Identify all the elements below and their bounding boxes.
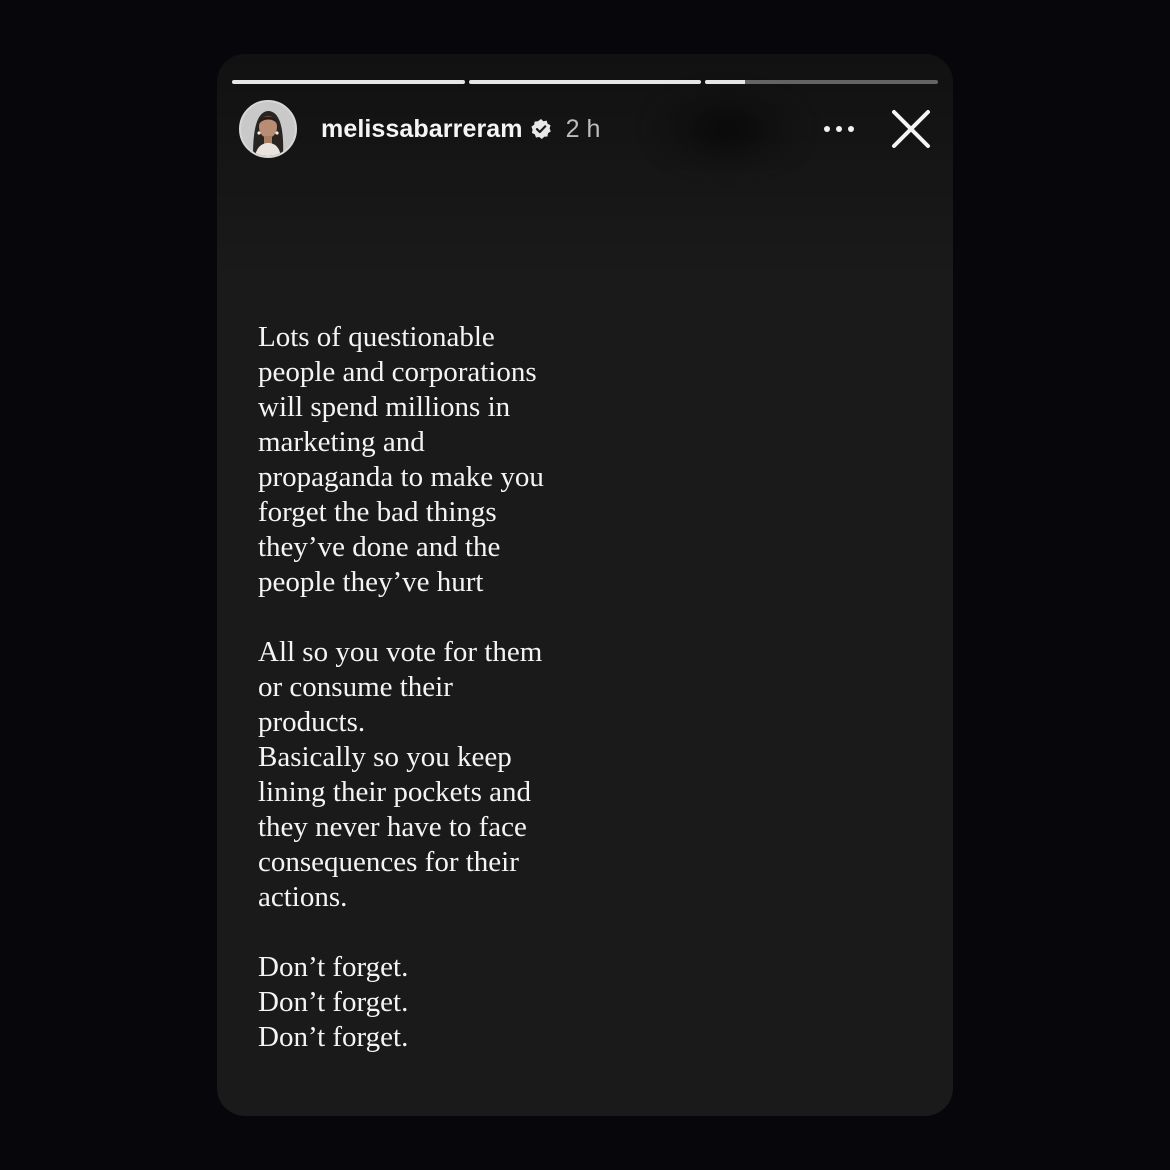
text-line: people they’ve hurt xyxy=(258,566,484,598)
text-line: Don’t forget. xyxy=(258,1021,409,1053)
progress-segment[interactable] xyxy=(705,80,939,84)
text-line: will spend millions in xyxy=(258,391,511,423)
close-button[interactable] xyxy=(887,105,935,153)
progress-fill xyxy=(705,80,745,84)
more-horizontal-icon xyxy=(824,126,854,132)
text-line: Basically so you keep xyxy=(258,741,512,773)
text-line: consequences for their xyxy=(258,846,519,878)
text-line: marketing and xyxy=(258,426,425,458)
story-progress-bars xyxy=(232,80,939,84)
page-background: melissabarreram 2 h Lots of questionable… xyxy=(0,0,1170,1170)
text-line: people and corporations xyxy=(258,356,537,388)
text-line: Don’t forget. xyxy=(258,986,409,1018)
text-line: Lots of questionable xyxy=(258,321,495,353)
text-line: they’ve done and the xyxy=(258,531,501,563)
story-text: Lots of questionable people and corporat… xyxy=(258,320,638,1090)
text-line: All so you vote for them xyxy=(258,636,543,668)
progress-fill xyxy=(468,80,702,84)
progress-fill xyxy=(232,80,465,84)
story-paragraph: Lots of questionable people and corporat… xyxy=(258,320,638,600)
text-line: lining their pockets and xyxy=(258,776,532,808)
text-line: they never have to face xyxy=(258,811,527,843)
text-line: propaganda to make you xyxy=(258,461,544,493)
story-paragraph: All so you vote for them or consume thei… xyxy=(258,635,638,915)
text-line: products. xyxy=(258,706,366,738)
text-line: forget the bad things xyxy=(258,496,497,528)
profile-photo-icon xyxy=(241,102,295,156)
story-card[interactable]: melissabarreram 2 h Lots of questionable… xyxy=(217,54,953,1116)
top-gradient xyxy=(217,54,953,284)
username[interactable]: melissabarreram xyxy=(321,115,523,144)
more-options-button[interactable] xyxy=(817,107,861,151)
story-header: melissabarreram 2 h xyxy=(239,98,935,160)
progress-segment[interactable] xyxy=(468,80,702,84)
text-line: or consume their xyxy=(258,671,453,703)
avatar[interactable] xyxy=(239,100,297,158)
text-line: actions. xyxy=(258,881,348,913)
story-paragraph: Don’t forget. Don’t forget. Don’t forget… xyxy=(258,950,638,1055)
close-icon xyxy=(892,110,930,148)
verified-badge-icon xyxy=(530,118,552,140)
progress-segment[interactable] xyxy=(232,80,465,84)
text-line: Don’t forget. xyxy=(258,951,409,983)
post-time: 2 h xyxy=(565,114,601,143)
